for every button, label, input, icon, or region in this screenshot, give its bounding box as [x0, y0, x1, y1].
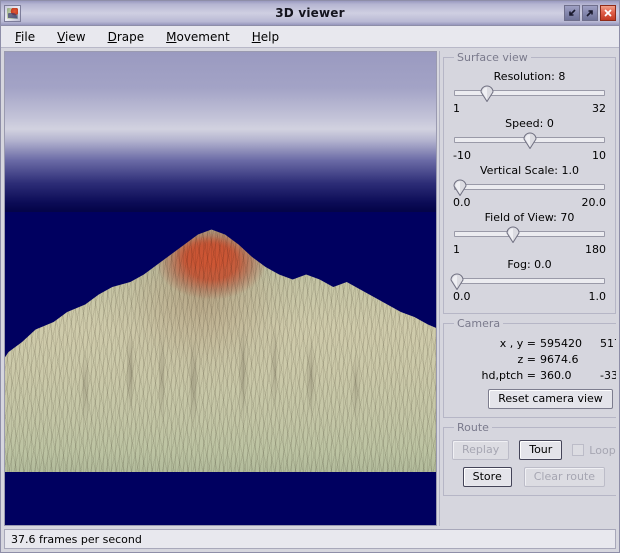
slider-thumb[interactable] — [480, 85, 494, 102]
camera-xy-row: x , y = 595420 5177063 — [452, 336, 616, 352]
surface-view-group: Surface view Resolution: 8 1 32 Speed: 0… — [443, 51, 616, 314]
route-row-secondary: Store Clear route — [452, 467, 616, 487]
reset-camera-view-button[interactable]: Reset camera view — [488, 389, 613, 409]
app-window: 3D viewer File View Drape Movement Help … — [0, 0, 620, 553]
camera-heading-value: 360.0 — [540, 369, 572, 382]
field-of-view-label: Field of View: 70 — [484, 211, 575, 224]
route-row-primary: Replay Tour Loop — [452, 440, 616, 460]
window-title: 3D viewer — [275, 6, 345, 20]
fog-label: Fog: 0.0 — [507, 258, 552, 271]
menu-bar: File View Drape Movement Help — [1, 26, 619, 48]
route-legend: Route — [457, 421, 489, 434]
speed-slider-block: Speed: 0 -10 10 — [452, 117, 607, 162]
close-icon[interactable] — [600, 5, 616, 21]
camera-z-spacer — [596, 352, 616, 368]
camera-y-value: 5177063 — [600, 337, 616, 350]
menu-item-drape[interactable]: Drape — [102, 28, 155, 46]
camera-legend: Camera — [457, 317, 501, 330]
terrain-model — [5, 222, 436, 512]
slider-thumb[interactable] — [450, 273, 464, 290]
store-button[interactable]: Store — [462, 467, 512, 487]
slider-thumb[interactable] — [453, 179, 467, 196]
slider-track — [454, 278, 605, 284]
fog-max: 1.0 — [588, 290, 607, 303]
slider-thumb[interactable] — [506, 226, 520, 243]
camera-z-value: 9674.6 — [540, 353, 579, 366]
main-split: Surface view Resolution: 8 1 32 Speed: 0… — [1, 48, 619, 526]
resolution-slider[interactable] — [454, 85, 605, 102]
field-of-view-slider-block: Field of View: 70 1 180 — [452, 211, 607, 256]
slider-track — [454, 184, 605, 190]
terrain-surface — [5, 229, 436, 472]
fog-slider[interactable] — [450, 273, 605, 290]
camera-heading-pitch-row: hd,ptch = 360.0 -33.0 — [452, 368, 616, 384]
loop-checkbox: Loop — [572, 443, 616, 457]
speed-min: -10 — [453, 149, 471, 162]
camera-x-value: 595420 — [540, 337, 582, 350]
resolution-min: 1 — [453, 102, 460, 115]
camera-z-row: z = 9674.6 — [452, 352, 616, 368]
slider-thumb[interactable] — [522, 132, 537, 149]
resolution-max: 32 — [592, 102, 606, 115]
fog-slider-block: Fog: 0.0 0.0 1.0 — [450, 258, 607, 303]
maximize-icon[interactable] — [582, 5, 598, 21]
3d-viewport[interactable] — [4, 51, 437, 526]
fog-min: 0.0 — [453, 290, 471, 303]
vertical-scale-label: Vertical Scale: 1.0 — [480, 164, 579, 177]
field-of-view-max: 180 — [585, 243, 606, 256]
control-panel: Surface view Resolution: 8 1 32 Speed: 0… — [443, 51, 616, 526]
camera-pitch-value: -33.0 — [600, 369, 616, 382]
sky-gradient — [5, 52, 436, 216]
surface-view-legend: Surface view — [457, 51, 528, 64]
field-of-view-slider[interactable] — [454, 226, 605, 243]
status-bar: 37.6 frames per second — [4, 529, 616, 549]
loop-checkbox-label: Loop — [589, 443, 616, 457]
replay-button: Replay — [452, 440, 510, 460]
camera-heading-pitch-key: hd,ptch = — [481, 369, 536, 382]
camera-xy-key: x , y = — [499, 337, 536, 350]
terrain-ridges — [5, 229, 436, 472]
clear-route-button: Clear route — [523, 467, 606, 487]
vertical-scale-max: 20.0 — [581, 196, 607, 209]
vertical-scale-min: 0.0 — [453, 196, 471, 209]
controls-spacer — [443, 499, 616, 526]
loop-checkbox-box — [572, 444, 585, 456]
menu-item-movement[interactable]: Movement — [160, 28, 240, 46]
menu-item-help[interactable]: Help — [246, 28, 289, 46]
menu-item-file[interactable]: File — [9, 28, 45, 46]
resolution-label: Resolution: 8 — [493, 70, 566, 83]
minimize-icon[interactable] — [564, 5, 580, 21]
resolution-slider-block: Resolution: 8 1 32 — [452, 70, 607, 115]
window-buttons — [564, 5, 616, 21]
menu-item-view[interactable]: View — [51, 28, 95, 46]
terrain-texture — [5, 229, 436, 472]
terrain-app-icon — [4, 4, 21, 22]
slider-track — [454, 231, 605, 237]
camera-z-key: z = — [517, 353, 537, 366]
speed-max: 10 — [592, 149, 606, 162]
field-of-view-min: 1 — [453, 243, 460, 256]
route-group: Route Replay Tour Loop Store Clear route — [443, 421, 616, 496]
slider-track — [454, 90, 605, 96]
tour-button[interactable]: Tour — [519, 440, 563, 460]
vertical-scale-slider-block: Vertical Scale: 1.0 0.0 20.0 — [452, 164, 607, 209]
vertical-scale-slider[interactable] — [453, 179, 605, 196]
fps-status-text: 37.6 frames per second — [11, 532, 142, 546]
split-divider[interactable] — [437, 51, 443, 526]
title-bar[interactable]: 3D viewer — [1, 1, 619, 26]
speed-slider[interactable] — [454, 132, 605, 149]
speed-label: Speed: 0 — [505, 117, 554, 130]
camera-group: Camera x , y = 595420 5177063 z = 9674.6… — [443, 317, 616, 418]
